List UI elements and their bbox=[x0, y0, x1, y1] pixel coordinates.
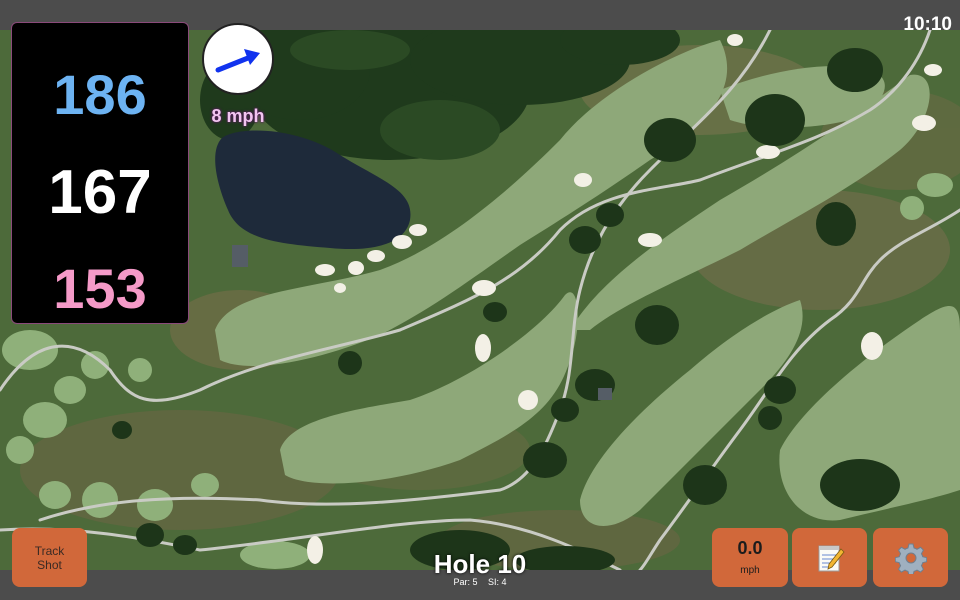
arrow-icon bbox=[215, 49, 260, 73]
settings-button[interactable] bbox=[873, 528, 948, 587]
hole-title: Hole 10 bbox=[433, 549, 527, 579]
speed-value: 0.0 bbox=[737, 538, 763, 558]
track-shot-label-line1: Track bbox=[34, 543, 65, 558]
wind-speed-label: 8 mph bbox=[211, 106, 265, 126]
speed-unit: mph bbox=[740, 565, 760, 576]
notepad-icon bbox=[818, 545, 845, 571]
distance-panel: 186 167 153 bbox=[11, 22, 189, 324]
wind-dial bbox=[202, 23, 274, 95]
distance-middle: 167 bbox=[48, 158, 152, 227]
notes-button[interactable] bbox=[792, 528, 867, 587]
hole-par: Par: 5 bbox=[453, 577, 478, 587]
track-shot-label-line2: Shot bbox=[37, 557, 62, 572]
track-shot-button[interactable]: Track Shot bbox=[12, 528, 87, 587]
hole-info: Par: 5 SI: 4 bbox=[400, 577, 560, 587]
distance-front: 153 bbox=[53, 257, 147, 320]
status-clock: 10:10 bbox=[903, 14, 952, 35]
distance-back: 186 bbox=[53, 63, 147, 126]
speed-button[interactable]: 0.0 mph bbox=[712, 528, 788, 587]
gear-icon bbox=[894, 543, 927, 574]
hole-si: SI: 4 bbox=[488, 577, 507, 587]
